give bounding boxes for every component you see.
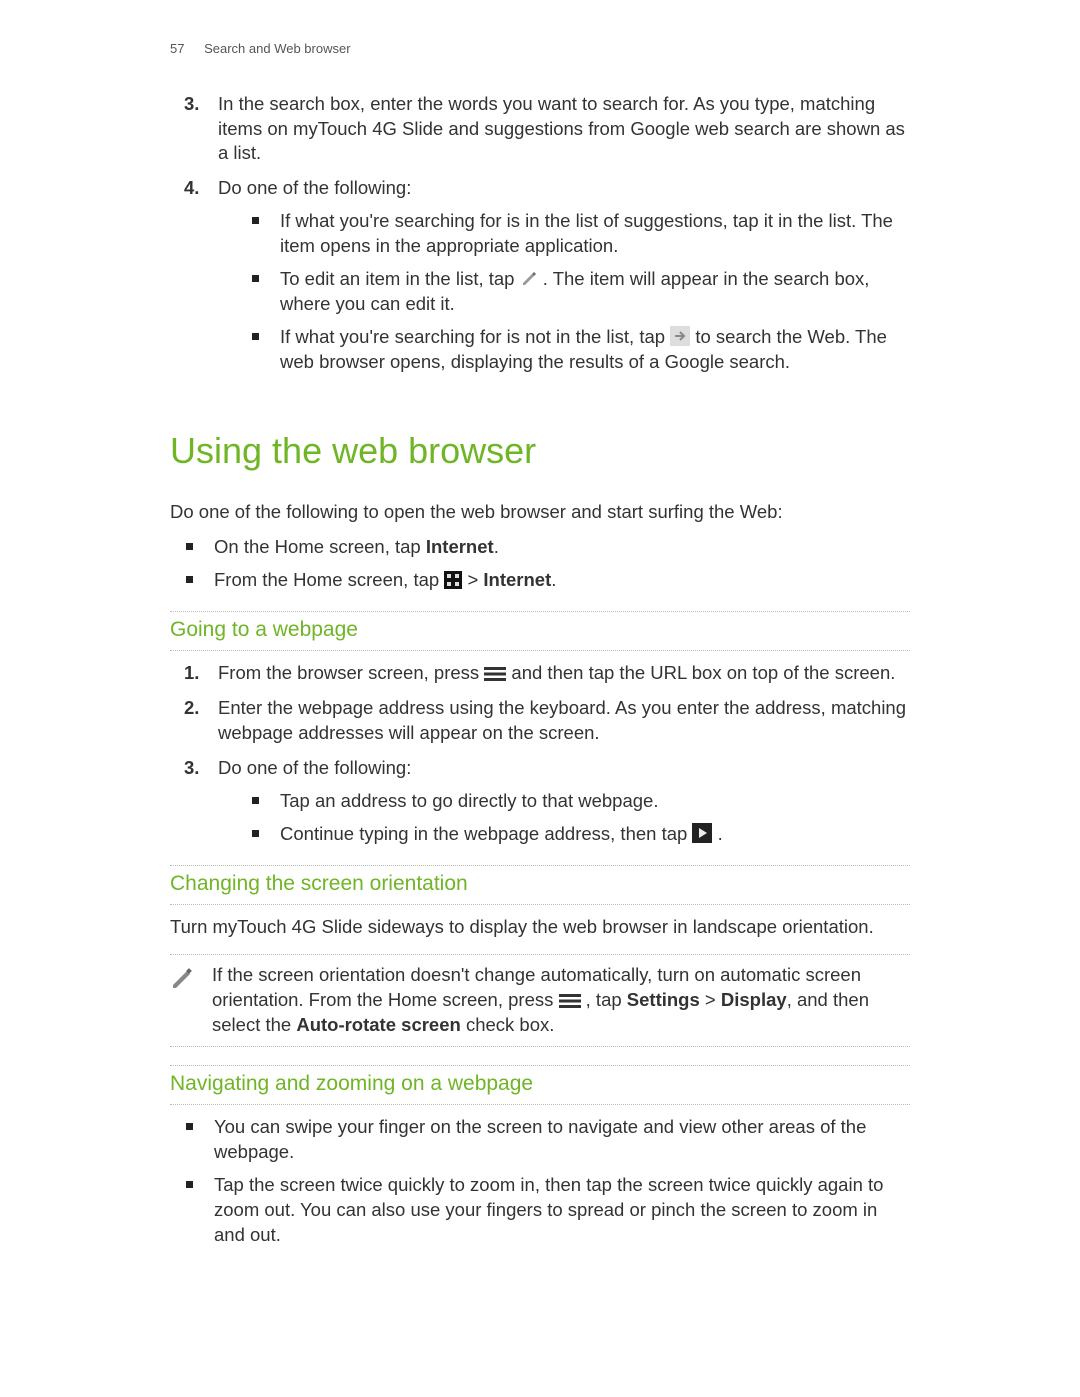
heading-changing-orientation: Changing the screen orientation (170, 870, 910, 902)
apps-grid-icon (444, 571, 462, 589)
intro-bullet-1: On the Home screen, tap Internet. (186, 535, 910, 560)
pencil-note-icon (170, 967, 194, 991)
orientation-para: Turn myTouch 4G Slide sideways to displa… (170, 915, 910, 940)
step4-bullet-1: If what you're searching for is in the l… (252, 209, 910, 259)
subheading-container-2: Changing the screen orientation (170, 865, 910, 905)
step4-bullet-3: If what you're searching for is not in t… (252, 325, 910, 375)
intro-para: Do one of the following to open the web … (170, 500, 910, 525)
going-s3-b2: Continue typing in the webpage address, … (252, 822, 910, 847)
step-4-sublist: If what you're searching for is in the l… (252, 209, 910, 375)
nav-bullet-1: You can swipe your finger on the screen … (186, 1115, 910, 1165)
step-4-lead: Do one of the following: (218, 177, 411, 198)
note-text: If the screen orientation doesn't change… (212, 963, 910, 1038)
going-steps-list: 1. From the browser screen, press and th… (184, 661, 910, 847)
step-4: 4. Do one of the following: If what you'… (184, 176, 910, 375)
page-header: 57 Search and Web browser (170, 40, 910, 58)
going-step3-sublist: Tap an address to go directly to that we… (252, 789, 910, 847)
note-box: If the screen orientation doesn't change… (170, 954, 910, 1047)
pencil-icon (520, 270, 538, 288)
menu-icon (559, 993, 581, 1009)
subheading-container-3: Navigating and zooming on a webpage (170, 1065, 910, 1105)
heading-going-to-webpage: Going to a webpage (170, 616, 910, 648)
go-arrow-icon (670, 326, 690, 346)
intro-bullets: On the Home screen, tap Internet. From t… (186, 535, 910, 593)
menu-icon (484, 666, 506, 682)
nav-bullets: You can swipe your finger on the screen … (186, 1115, 910, 1248)
intro-bullet-2: From the Home screen, tap > Internet. (186, 568, 910, 593)
going-step-1: 1. From the browser screen, press and th… (184, 661, 910, 686)
heading-navigating-zooming: Navigating and zooming on a webpage (170, 1070, 910, 1102)
going-step-3: 3. Do one of the following: Tap an addre… (184, 756, 910, 847)
nav-bullet-2: Tap the screen twice quickly to zoom in,… (186, 1173, 910, 1248)
page-number: 57 (170, 40, 184, 58)
going-step-2: 2. Enter the webpage address using the k… (184, 696, 910, 746)
step-3-text: In the search box, enter the words you w… (218, 93, 905, 164)
manual-page: 57 Search and Web browser 3. In the sear… (0, 0, 1080, 1397)
heading-using-web-browser: Using the web browser (170, 427, 910, 476)
going-s3-b1: Tap an address to go directly to that we… (252, 789, 910, 814)
top-steps-list: 3. In the search box, enter the words yo… (184, 92, 910, 376)
section-title: Search and Web browser (204, 41, 350, 56)
subheading-container: Going to a webpage (170, 611, 910, 651)
play-icon (692, 823, 712, 843)
step4-bullet-2: To edit an item in the list, tap . The i… (252, 267, 910, 317)
step-3: 3. In the search box, enter the words yo… (184, 92, 910, 167)
